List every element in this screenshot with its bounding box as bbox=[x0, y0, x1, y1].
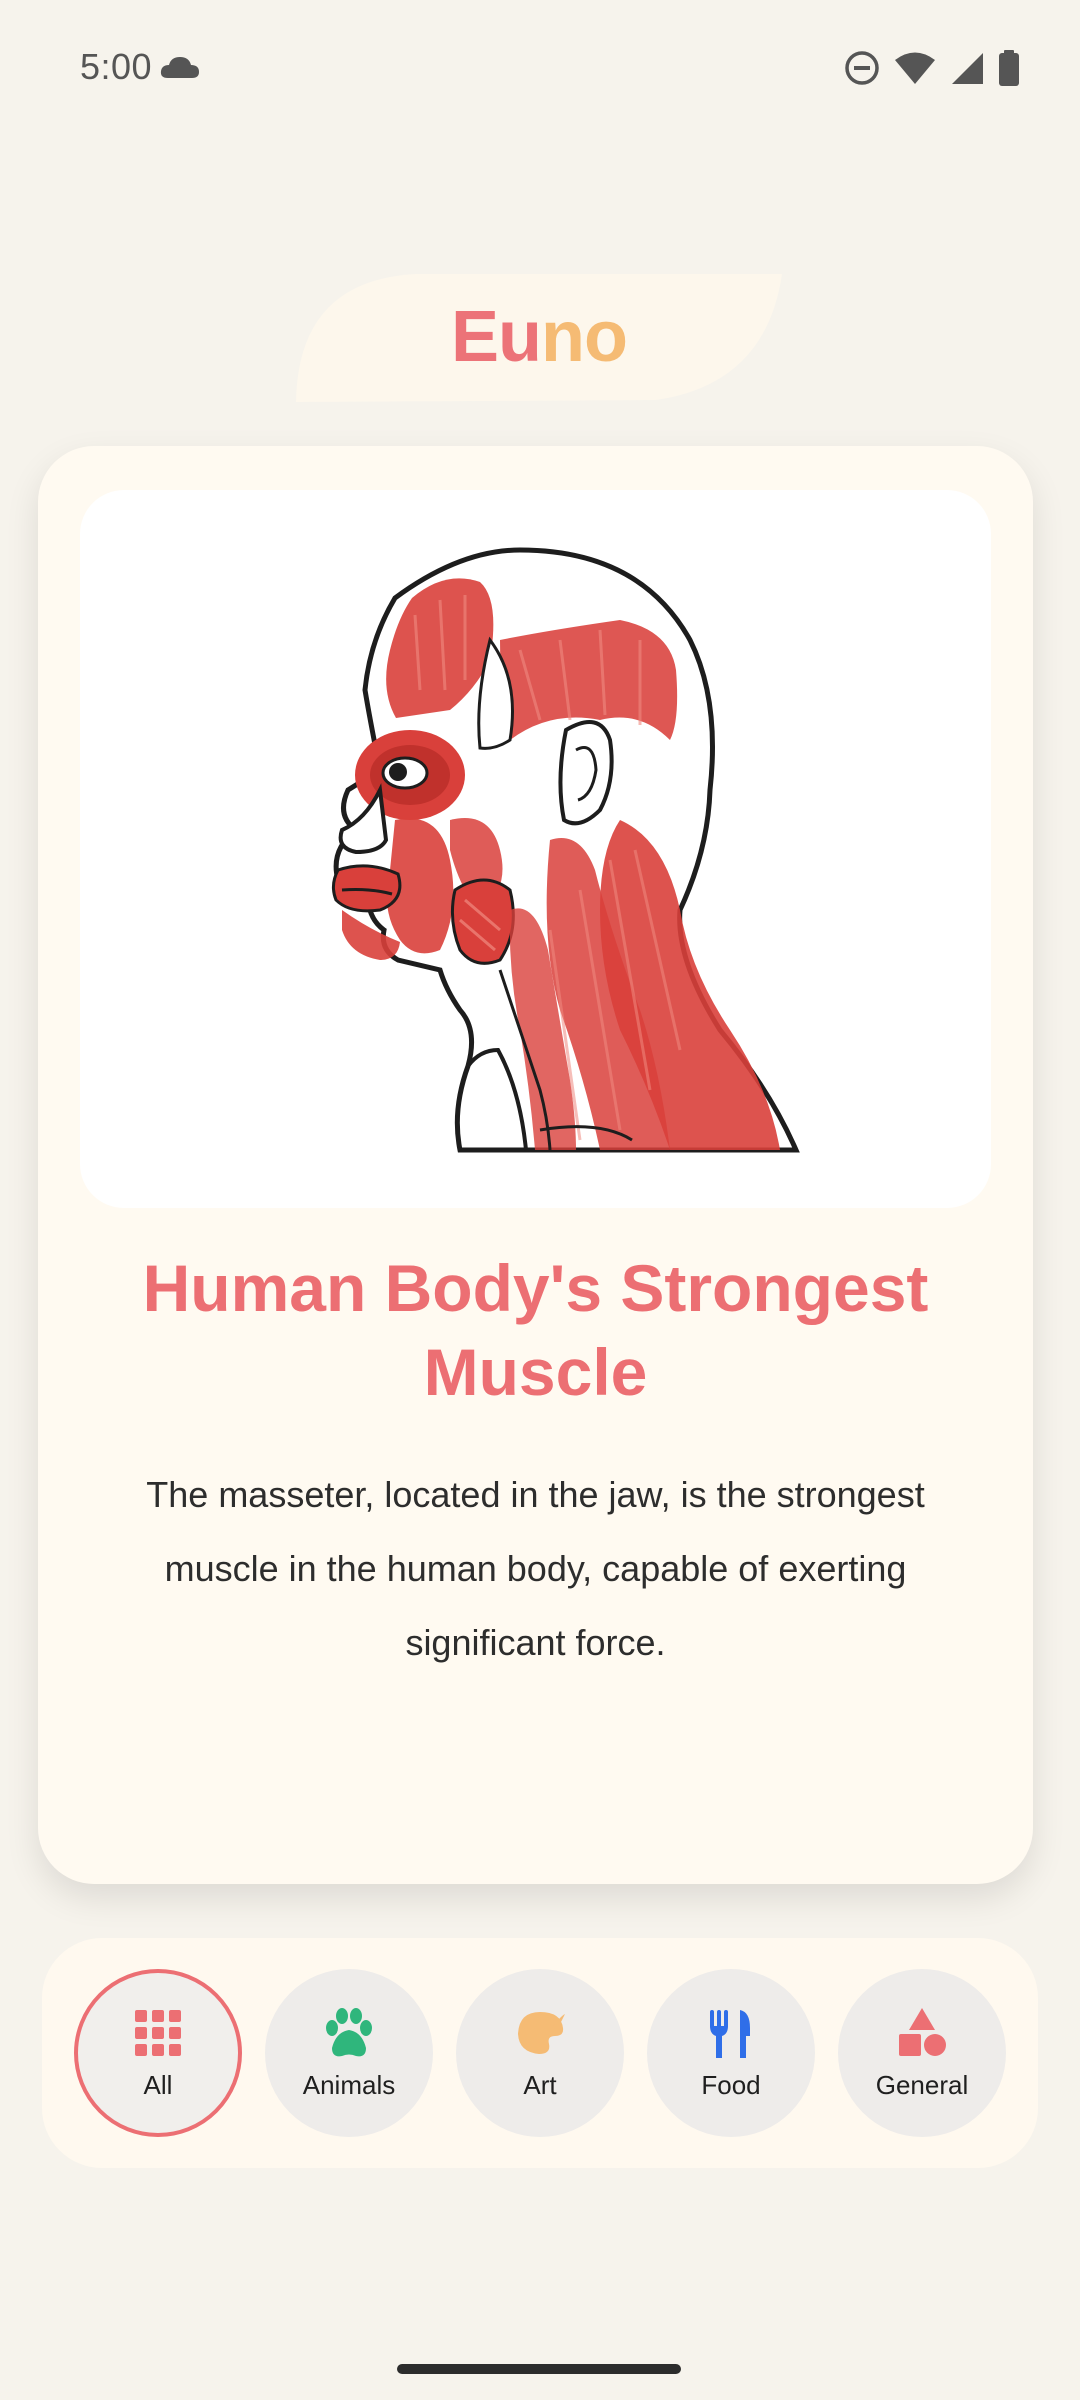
status-time: 5:00 bbox=[80, 46, 153, 87]
fact-card[interactable]: Human Body's Strongest Muscle The masset… bbox=[38, 446, 1033, 1884]
wifi-icon bbox=[895, 52, 935, 84]
app-logo: Eu no bbox=[296, 272, 782, 402]
category-animals-button[interactable]: Animals bbox=[265, 1969, 433, 2137]
shapes-icon bbox=[899, 2007, 946, 2056]
category-label: General bbox=[875, 2069, 969, 2100]
fact-title: Human Body's Strongest Muscle bbox=[142, 1251, 929, 1409]
logo-text-part1: Eu bbox=[451, 297, 542, 377]
cloud-icon bbox=[160, 57, 199, 78]
paw-icon bbox=[326, 2007, 372, 2056]
head-muscles-illustration bbox=[331, 547, 800, 1153]
logo-text: Eu no bbox=[296, 272, 782, 402]
palette-icon bbox=[518, 2011, 565, 2054]
category-general-button[interactable]: General bbox=[838, 1969, 1006, 2137]
fact-body: The masseter, located in the jaw, is the… bbox=[146, 1474, 925, 1663]
category-food-button[interactable]: Food bbox=[647, 1969, 815, 2137]
signal-icon bbox=[952, 53, 983, 84]
status-bar: 5:00 bbox=[0, 0, 1080, 140]
gesture-handle[interactable] bbox=[397, 2364, 681, 2374]
category-art-button[interactable]: Art bbox=[456, 1969, 624, 2137]
utensils-icon bbox=[710, 2009, 750, 2058]
category-label: Animals bbox=[302, 2069, 396, 2100]
battery-icon bbox=[999, 50, 1019, 86]
grid-icon bbox=[135, 2009, 181, 2056]
category-label: Art bbox=[523, 2069, 557, 2100]
category-all-button[interactable]: All bbox=[74, 1969, 242, 2137]
logo-text-part2: no bbox=[541, 297, 628, 377]
category-label: All bbox=[143, 2069, 173, 2100]
fact-image bbox=[80, 490, 991, 1208]
category-label: Food bbox=[701, 2069, 761, 2100]
dnd-icon bbox=[845, 51, 879, 85]
status-icons bbox=[844, 48, 1020, 88]
category-bar: All Animals Art Food General bbox=[42, 1938, 1038, 2168]
